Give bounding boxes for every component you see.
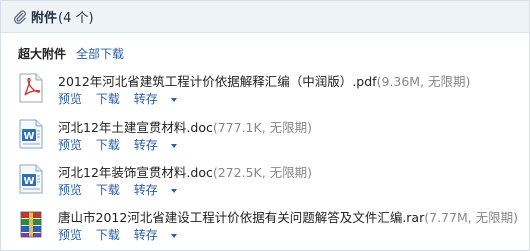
save-to-drive-dropdown[interactable]: 转存 [134, 183, 177, 197]
svg-text:W: W [23, 131, 34, 142]
attachment-item: 2012年河北省建筑工程计价依据解释汇编（中润版）.pdf(9.36M, 无限期… [18, 71, 523, 107]
chevron-down-icon [170, 143, 177, 148]
download-link[interactable]: 下载 [96, 138, 120, 152]
attachments-title: 附件 [31, 11, 58, 26]
attachment-meta: (777.1K, 无限期) [212, 120, 313, 135]
download-all-link[interactable]: 全部下载 [76, 45, 124, 62]
chevron-down-icon [170, 188, 177, 193]
save-to-drive-dropdown[interactable]: 转存 [134, 228, 177, 242]
save-to-drive-dropdown[interactable]: 转存 [134, 92, 177, 106]
attachment-meta: (272.5K, 无限期) [212, 165, 313, 180]
pdf-icon [19, 73, 43, 103]
attachment-actions: 预览 下载 转存 [58, 90, 187, 107]
download-link[interactable]: 下载 [96, 92, 120, 106]
svg-text:W: W [23, 176, 34, 187]
attachment-actions: 预览 下载 转存 [58, 226, 187, 243]
preview-link[interactable]: 预览 [58, 228, 82, 242]
attachment-actions: 预览 下载 转存 [58, 181, 187, 198]
attachment-actions: 预览 下载 转存 [58, 136, 187, 153]
attachments-panel: 附件 (4 个) 超大附件 全部下载 2012年河北省建筑工程计价依据解释汇编（… [0, 0, 530, 251]
save-to-drive-dropdown[interactable]: 转存 [134, 138, 177, 152]
chevron-down-icon [170, 233, 177, 238]
save-label: 转存 [133, 92, 158, 106]
attachments-subbar: 超大附件 全部下载 [18, 45, 124, 62]
word-doc-icon: W [19, 164, 43, 194]
save-label: 转存 [133, 228, 158, 242]
attachment-item: W 河北12年土建宣贯材料.doc(777.1K, 无限期) 预览 下载 转存 [18, 117, 523, 153]
attachment-item: W 河北12年装饰宣贯材料.doc(272.5K, 无限期) 预览 下载 转存 [18, 162, 523, 198]
download-link[interactable]: 下载 [96, 228, 120, 242]
attachment-meta: (9.36M, 无限期) [376, 74, 471, 89]
download-link[interactable]: 下载 [96, 183, 120, 197]
attachment-filename[interactable]: 河北12年装饰宣贯材料.doc(272.5K, 无限期) [58, 162, 312, 181]
attachment-filename[interactable]: 唐山市2012河北省建设工程计价依据有关问题解答及文件汇编.rar(7.77M,… [58, 207, 518, 226]
paperclip-icon [14, 9, 26, 24]
super-attachments-label: 超大附件 [18, 47, 67, 61]
attachment-filename[interactable]: 河北12年土建宣贯材料.doc(777.1K, 无限期) [58, 117, 312, 136]
attachments-header: 附件 (4 个) [1, 1, 529, 33]
save-label: 转存 [133, 138, 158, 152]
preview-link[interactable]: 预览 [58, 138, 82, 152]
attachment-item: 唐山市2012河北省建设工程计价依据有关问题解答及文件汇编.rar(7.77M,… [18, 207, 523, 243]
attachment-filename[interactable]: 2012年河北省建筑工程计价依据解释汇编（中润版）.pdf(9.36M, 无限期… [58, 71, 470, 90]
attachment-meta: (7.77M, 无限期) [424, 210, 519, 225]
attachments-count: (4 个) [58, 11, 94, 26]
chevron-down-icon [170, 97, 177, 102]
rar-archive-icon [20, 211, 42, 238]
word-doc-icon: W [19, 119, 43, 149]
preview-link[interactable]: 预览 [58, 183, 82, 197]
save-label: 转存 [133, 183, 158, 197]
preview-link[interactable]: 预览 [58, 92, 82, 106]
